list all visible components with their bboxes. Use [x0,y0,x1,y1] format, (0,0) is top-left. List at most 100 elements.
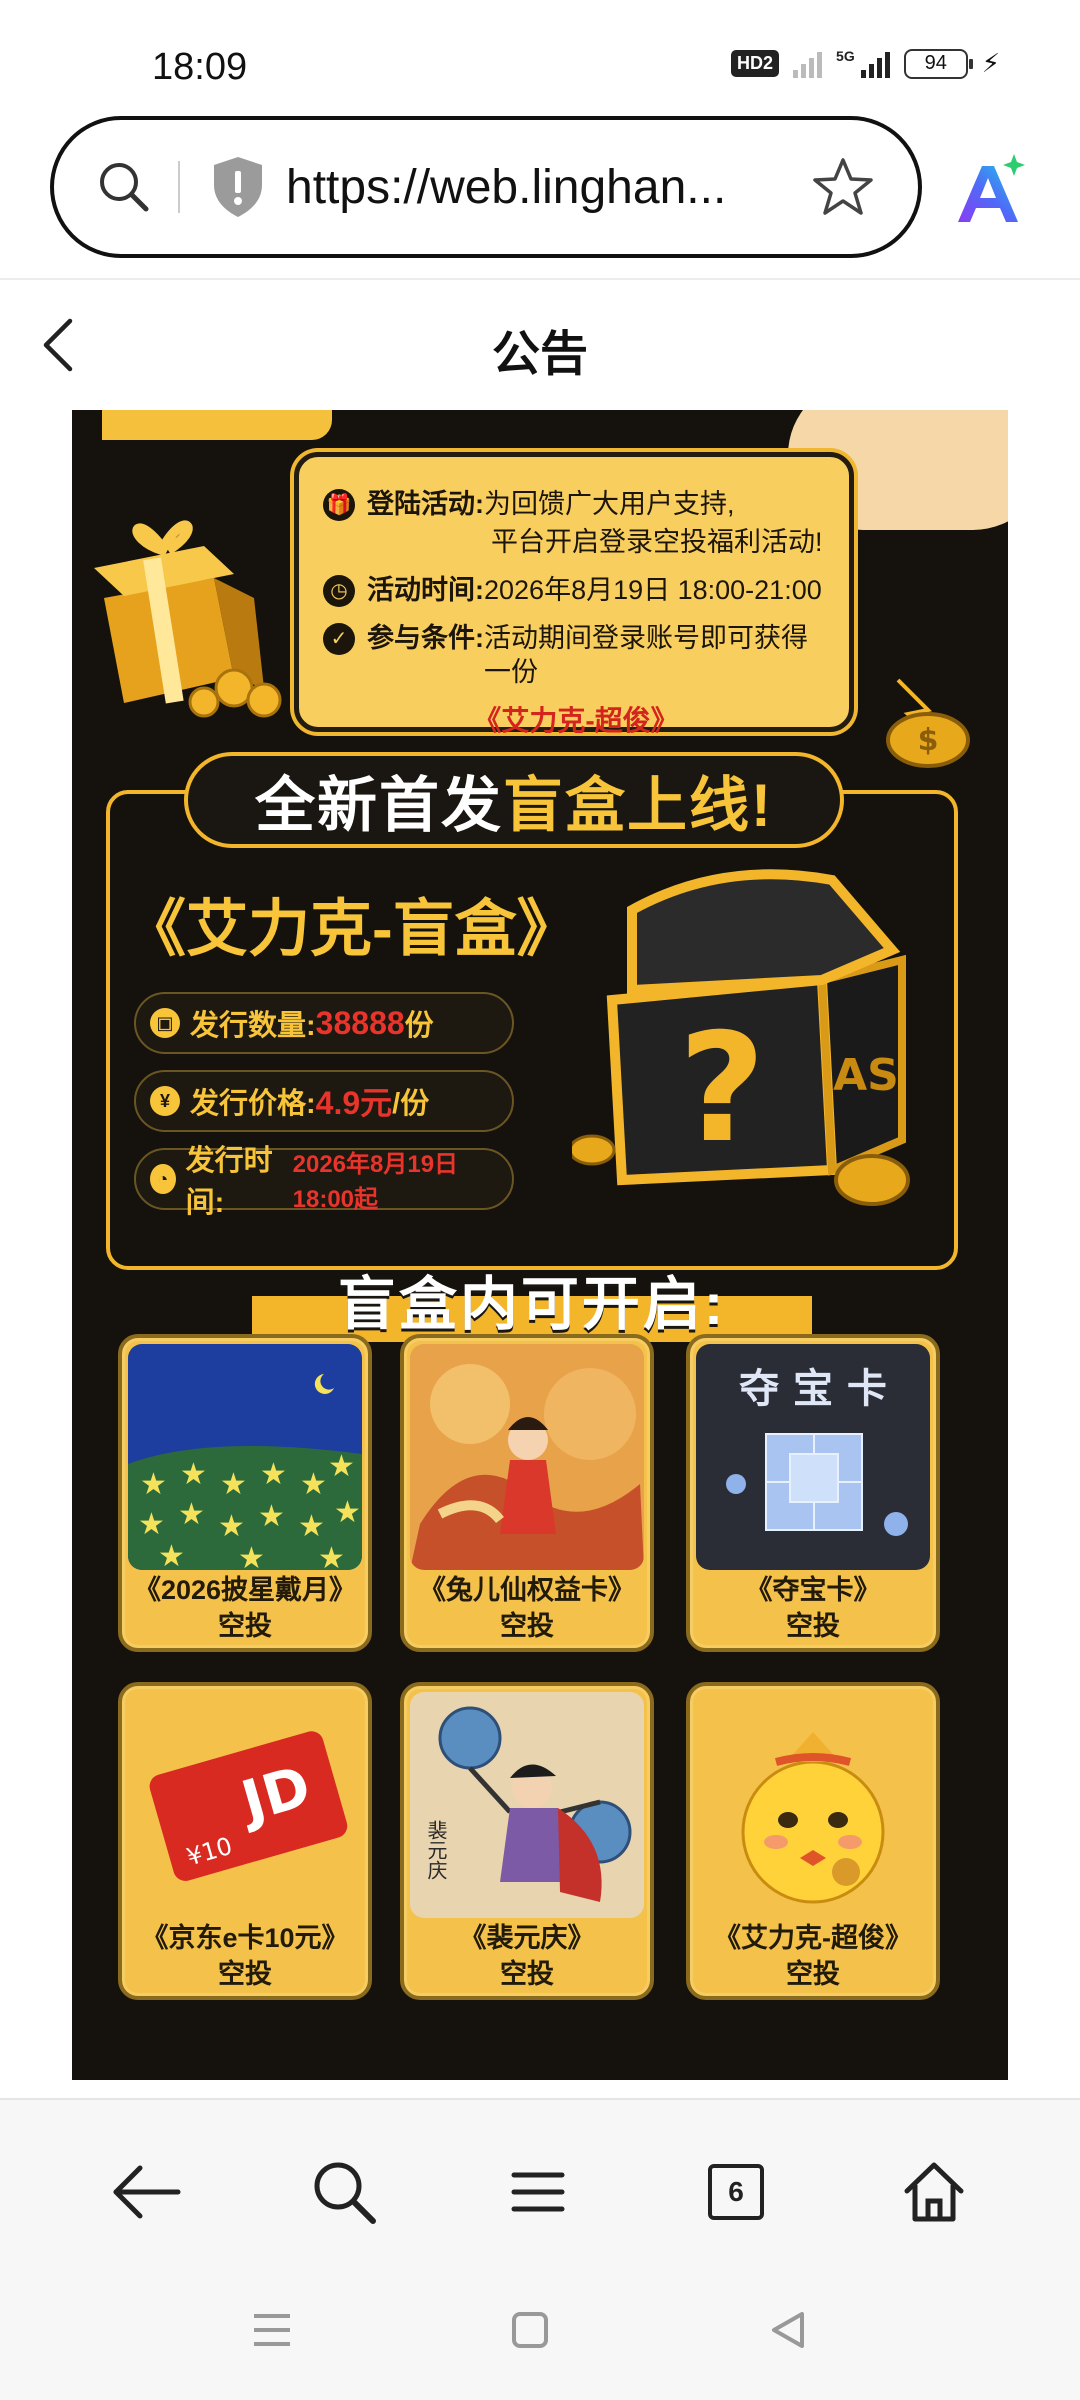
event-time-row: ◷ 活动时间: 2026年8月19日 18:00-21:00 [323,573,829,607]
announcement-poster: 🎁 登陆活动: 为回馈广大用户支持, 平台开启登录空投福利活动! ◷ 活动时间:… [72,410,1008,2080]
page-title: 公告 [491,328,588,381]
price-label: 发行价格: [190,1088,316,1120]
contents-title: 盲盒内可开启: [337,1272,727,1337]
home-square-icon[interactable] [500,2300,560,2360]
item-card-jd[interactable]: JD ¥10 《京东e卡10元》 空投 [118,1682,372,2000]
battery-level: 94 [924,52,947,74]
url-text[interactable]: https://web.linghan... [286,160,808,215]
item-tag: 空投 [218,1959,272,1989]
login-event-row-2: 平台开启登录空投福利活动! [323,525,829,559]
prize-name: 《艾力克-超俊》 [473,705,679,736]
signal-weak-icon [793,50,823,78]
warrior-art: 裴元庆 [410,1692,644,1918]
launch-banner: 全新首发 盲盒上线! [184,752,844,848]
mascot-art [696,1692,930,1918]
box-icon: ▣ [150,1008,180,1038]
warrior-name-text: 裴元庆 [424,1820,448,1880]
svg-text:★: ★ [178,1498,205,1531]
svg-text:★: ★ [218,1510,245,1543]
item-card-peiyuanqing[interactable]: 裴元庆 《裴元庆》 空投 [400,1682,654,2000]
search-icon[interactable] [84,147,164,227]
item-caption: 《艾力克-超俊》 空投 [690,1920,936,1992]
item-tag: 空投 [218,1611,272,1641]
time-label: 活动时间: [367,575,484,605]
status-bar: 18:09 HD2 5G 94 ⚡ [0,0,1080,110]
svg-text:★: ★ [140,1468,167,1501]
item-tag: 空投 [786,1611,840,1641]
clock-icon: ◷ [323,575,355,607]
release-label: 发行时间: [185,1145,273,1219]
ai-assistant-icon[interactable] [948,150,1032,234]
shield-icon[interactable] [208,152,268,222]
item-caption: 《裴元庆》 空投 [404,1920,650,1992]
yen-icon: ¥ [150,1086,180,1116]
item-card-tuerxian[interactable]: 《兔儿仙权益卡》 空投 [400,1334,654,1652]
svg-text:★: ★ [298,1510,325,1543]
item-name: 《艾力克-超俊》 [714,1923,912,1953]
login-text-2: 平台开启登录空投福利活动! [491,527,823,557]
address-divider [178,161,180,213]
svg-text:★: ★ [158,1540,185,1570]
item-tag: 空投 [786,1959,840,1989]
login-text-1: 为回馈广大用户支持, [484,489,735,519]
address-bar[interactable]: https://web.linghan... [50,116,922,258]
jd-card-art: JD ¥10 [128,1692,362,1918]
check-badge-icon: ✓ [323,623,355,655]
time-value: 2026年8月19日 18:00-21:00 [484,575,822,605]
status-icons: HD2 5G 94 ⚡ [731,48,1000,79]
star-icon[interactable] [808,152,878,222]
item-name: 《京东e卡10元》 [141,1923,349,1953]
signal-strength-icon [860,50,890,78]
home-icon[interactable] [886,2144,982,2240]
menu-icon[interactable] [490,2144,586,2240]
item-name: 《裴元庆》 [459,1923,595,1953]
svg-text:★: ★ [328,1450,355,1483]
item-card-pixing[interactable]: ★ ★ ★ ★ ★ ★ ★ ★ ★ ★ ★ ★ ★ ★ ★ 《2026披星戴月》 空投 [118,1334,372,1652]
issue-time-pill: ◔ 发行时间: 2026年8月19日 18:00起 [134,1145,514,1219]
launch-banner-yellow: 盲盒上线! [503,771,773,839]
condition-row: ✓ 参与条件: 活动期间登录账号即可获得一份 [323,621,829,689]
svg-text:★: ★ [220,1468,247,1501]
back-arrow-icon[interactable] [98,2144,194,2240]
gift-icon: 🎁 [323,489,355,521]
price-value: 4.9元 [315,1085,393,1121]
item-tag: 空投 [500,1611,554,1641]
gift-box-illustration [84,488,294,718]
svg-text:★: ★ [260,1458,287,1491]
svg-text:$: $ [918,723,939,758]
svg-text:★: ★ [238,1542,265,1570]
item-card-duobao[interactable]: 夺 宝 卡 《夺宝卡》 空投 [686,1334,940,1652]
issue-quantity-pill: ▣ 发行数量: 38888 份 [134,992,514,1054]
recent-apps-icon[interactable] [242,2300,302,2360]
browser-bottom-nav: 6 [0,2100,1080,2400]
clock-icon: ◔ [150,1164,176,1194]
page-divider [0,278,1080,280]
svg-text:★: ★ [300,1468,327,1501]
svg-text:★: ★ [334,1496,361,1529]
search-icon[interactable] [296,2144,392,2240]
blind-box-name: 《艾力克-盲盒》 [124,895,579,964]
tab-count: 6 [708,2164,764,2220]
treasure-chest-illustration: ? AS [568,850,932,1210]
tabs-button[interactable]: 6 [688,2144,784,2240]
issue-price-pill: ¥ 发行价格: 4.9元 /份 [134,1070,514,1132]
poster-top-chip [102,410,332,440]
login-label: 登陆活动: [367,489,484,519]
item-name: 《2026披星戴月》 [133,1575,357,1605]
status-time: 18:09 [152,46,248,88]
svg-text:★: ★ [180,1458,207,1491]
chest-mark: AS [833,1050,899,1101]
coin-illustration: $ [868,670,988,770]
release-value: 2026年8月19日 18:00起 [292,1151,459,1213]
event-info-card: 🎁 登陆活动: 为回馈广大用户支持, 平台开启登录空投福利活动! ◷ 活动时间:… [294,452,854,736]
back-triangle-icon[interactable] [758,2300,818,2360]
qty-unit: 份 [404,1010,434,1042]
svg-text:★: ★ [138,1508,165,1541]
item-card-chaojun[interactable]: 《艾力克-超俊》 空投 [686,1682,940,2000]
launch-banner-white: 全新首发 [255,771,503,839]
treasure-card-art: 夺 宝 卡 [696,1344,930,1570]
item-name: 《夺宝卡》 [745,1575,881,1605]
network-type-label: 5G [836,48,855,64]
qty-label: 发行数量: [190,1010,316,1042]
svg-text:★: ★ [318,1542,345,1570]
